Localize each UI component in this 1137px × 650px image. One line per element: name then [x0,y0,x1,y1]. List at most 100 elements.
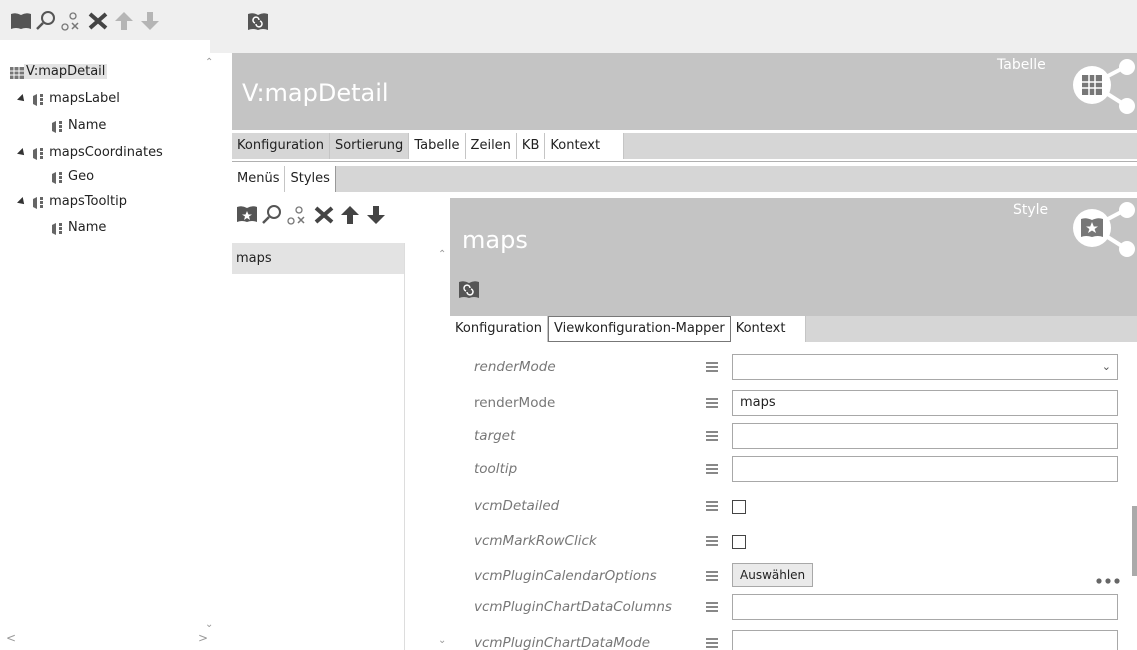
main-toolbar [210,0,1137,53]
tab-kontext[interactable]: Kontext [545,133,625,159]
scroll-right-icon[interactable]: > [198,631,208,645]
menu-icon[interactable] [706,431,718,441]
delete-icon[interactable] [88,12,108,34]
tree-root-label: V:mapDetail [24,64,108,79]
vcmmarkrowclick-checkbox[interactable] [732,535,746,549]
style-type-label: Style [1013,202,1049,218]
tree-item-mapstooltip[interactable]: mapsTooltip [17,191,129,213]
plugin-icon[interactable] [458,280,480,304]
tooltip-field[interactable] [732,456,1118,482]
vcmdetailed-checkbox[interactable] [732,500,746,514]
property-label: tooltip [474,461,518,477]
tab-konfiguration[interactable]: Konfiguration [232,133,330,159]
tree-item-mapslabel[interactable]: mapsLabel [17,88,122,110]
property-label: vcmDetailed [474,498,560,514]
property-row: renderMode maps [450,386,1130,422]
column-icon [33,92,44,106]
move-up-icon[interactable] [114,11,134,35]
chevron-down-icon: ⌄ [1101,360,1111,373]
divider [232,161,1137,162]
target-field[interactable] [732,423,1118,449]
tree-item-name[interactable]: Name [52,115,108,137]
scroll-up-icon[interactable]: ⌃ [1130,346,1137,353]
column-icon [52,221,63,235]
delete-icon[interactable] [314,206,334,228]
link-icon[interactable] [286,206,308,230]
scroll-up-icon[interactable]: ⌃ [438,249,446,260]
tab-styles[interactable]: Styles [285,166,336,192]
tree-root[interactable]: V:mapDetail [10,61,108,83]
style-type-icon [1068,202,1137,262]
tab-tabelle[interactable]: Tabelle [409,133,466,159]
menu-icon[interactable] [706,536,718,546]
property-label: vcmMarkRowClick [474,533,597,549]
property-row: renderMode ⌄ [450,350,1130,386]
property-grid: renderMode ⌄ renderMode maps target tool… [450,346,1137,650]
auswaehlen-button[interactable]: Auswählen [732,563,814,587]
vcmpluginchartdatamode-field[interactable] [732,630,1118,650]
styles-list: maps ⌃ ⌄ [232,243,450,650]
tree-item-label: mapsLabel [49,91,120,106]
menu-icon[interactable] [706,464,718,474]
styles-toolbar [232,195,450,235]
property-label: vcmPluginChartDataMode [474,635,651,650]
menu-icon[interactable] [706,362,718,372]
column-icon [33,146,44,160]
style-tabs: Konfiguration Viewkonfiguration-Mapper K… [450,316,1137,342]
property-row: vcmPluginChartDataColumns [450,590,1130,626]
menu-icon[interactable] [706,501,718,511]
expand-icon[interactable] [17,147,27,158]
property-row: vcmDetailed [450,489,1130,525]
vcmpluginchartdatacolumns-field[interactable] [732,594,1118,620]
scroll-down-icon[interactable]: ⌄ [438,635,446,646]
tab-zeilen[interactable]: Zeilen [465,133,517,159]
list-item[interactable]: maps [232,243,404,274]
tab-konfiguration[interactable]: Konfiguration [450,316,548,342]
expand-icon[interactable] [17,196,27,207]
scroll-left-icon[interactable]: < [6,631,16,645]
move-up-icon[interactable] [340,205,360,229]
tab-kontext[interactable]: Kontext [730,316,806,342]
column-icon [33,195,44,209]
more-options-icon[interactable] [1096,573,1120,588]
tree-item-label: mapsTooltip [49,194,128,209]
table-type-icon [1070,59,1137,119]
column-icon [52,119,63,133]
left-toolbar [0,0,210,40]
property-row: tooltip [450,452,1130,488]
table-header: V:mapDetail Tabelle [232,53,1137,130]
tab-menues[interactable]: Menüs [232,166,286,192]
menu-icon[interactable] [706,398,718,408]
tab-sortierung[interactable]: Sortierung [329,133,410,159]
scroll-down-icon[interactable]: ⌄ [205,619,213,630]
book-icon[interactable] [10,12,32,34]
move-down-icon[interactable] [140,11,160,35]
property-label: vcmPluginChartDataColumns [474,599,672,615]
tree-item-mapscoordinates[interactable]: mapsCoordinates [17,142,165,164]
star-icon[interactable] [236,205,258,227]
scroll-up-icon[interactable]: ⌃ [205,57,213,68]
link-icon[interactable] [60,12,82,36]
tab-kb[interactable]: KB [516,133,546,159]
table-icon [10,65,24,79]
tree-item-geo[interactable]: Geo [52,166,96,188]
menu-icon[interactable] [706,571,718,581]
rendermode-field[interactable]: maps [732,390,1118,416]
scrollbar-thumb[interactable] [1132,506,1137,576]
tree-item-label: Name [68,118,107,133]
menu-icon[interactable] [706,602,718,612]
tab-viewkonfiguration-mapper[interactable]: Viewkonfiguration-Mapper [547,316,731,342]
style-title: maps [462,226,528,254]
table-tabs: Konfiguration Sortierung Tabelle Zeilen … [232,133,1137,159]
menu-icon[interactable] [706,638,718,648]
expand-icon[interactable] [17,93,27,104]
list-divider [404,243,405,650]
search-icon[interactable] [262,204,282,228]
search-icon[interactable] [36,10,56,34]
move-down-icon[interactable] [366,205,386,229]
tree-item-label: mapsCoordinates [49,145,163,160]
property-label: renderMode [474,395,556,411]
plugin-icon[interactable] [246,12,270,36]
tree-item-name-2[interactable]: Name [52,217,108,239]
rendermode-select[interactable]: ⌄ [732,354,1118,380]
